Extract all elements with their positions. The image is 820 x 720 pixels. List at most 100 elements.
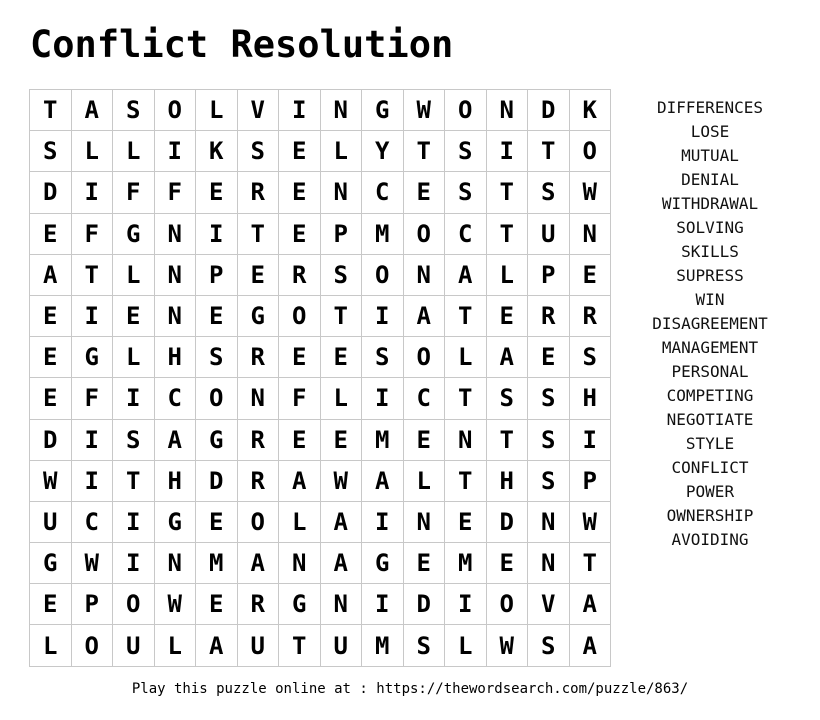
grid-cell[interactable]: A [486, 337, 528, 379]
grid-cell[interactable]: E [113, 295, 155, 338]
grid-cell[interactable]: A [196, 625, 238, 667]
grid-cell[interactable]: E [279, 172, 321, 214]
grid-cell[interactable]: O [362, 254, 404, 296]
grid-cell[interactable]: T [445, 378, 487, 420]
grid-cell[interactable]: G [362, 90, 404, 132]
grid-cell[interactable]: U [320, 625, 362, 667]
grid-cell[interactable]: E [196, 501, 238, 544]
grid-cell[interactable]: S [445, 172, 487, 214]
grid-cell[interactable]: V [528, 584, 570, 626]
grid-cell[interactable]: A [362, 460, 404, 502]
grid-cell[interactable]: A [71, 90, 113, 132]
grid-cell[interactable]: C [154, 378, 196, 420]
grid-cell[interactable]: E [30, 295, 72, 338]
grid-cell[interactable]: T [486, 172, 528, 214]
grid-cell[interactable]: S [528, 419, 570, 461]
grid-cell[interactable]: E [196, 172, 238, 214]
grid-cell[interactable]: A [237, 543, 279, 585]
grid-cell[interactable]: T [113, 460, 155, 502]
grid-cell[interactable]: I [279, 90, 321, 132]
grid-cell[interactable]: U [30, 501, 72, 544]
grid-cell[interactable]: S [528, 172, 570, 214]
grid-cell[interactable]: A [320, 501, 362, 544]
grid-cell[interactable]: N [279, 543, 321, 585]
grid-cell[interactable]: W [30, 460, 72, 502]
grid-cell[interactable]: N [528, 543, 570, 585]
grid-cell[interactable]: G [196, 419, 238, 461]
grid-cell[interactable]: D [403, 584, 445, 626]
grid-cell[interactable]: E [279, 337, 321, 379]
grid-cell[interactable]: S [569, 337, 611, 379]
grid-cell[interactable]: E [279, 419, 321, 461]
grid-cell[interactable]: W [569, 501, 611, 544]
grid-cell[interactable]: L [71, 131, 113, 173]
grid-cell[interactable]: L [154, 625, 196, 667]
grid-cell[interactable]: O [237, 501, 279, 544]
grid-cell[interactable]: O [113, 584, 155, 626]
grid-cell[interactable]: W [569, 172, 611, 214]
grid-cell[interactable]: D [486, 501, 528, 544]
grid-cell[interactable]: C [445, 213, 487, 255]
grid-cell[interactable]: O [403, 213, 445, 255]
grid-cell[interactable]: R [237, 460, 279, 502]
grid-cell[interactable]: Y [362, 131, 404, 173]
grid-cell[interactable]: H [154, 460, 196, 502]
grid-cell[interactable]: I [113, 501, 155, 544]
grid-cell[interactable]: A [320, 543, 362, 585]
grid-cell[interactable]: S [362, 337, 404, 379]
grid-cell[interactable]: A [279, 460, 321, 502]
grid-cell[interactable]: E [486, 543, 528, 585]
grid-cell[interactable]: D [196, 460, 238, 502]
grid-cell[interactable]: G [113, 213, 155, 255]
grid-cell[interactable]: I [362, 584, 404, 626]
grid-cell[interactable]: E [196, 584, 238, 626]
grid-cell[interactable]: V [237, 90, 279, 132]
grid-cell[interactable]: O [569, 131, 611, 173]
grid-cell[interactable]: T [237, 213, 279, 255]
grid-cell[interactable]: H [569, 378, 611, 420]
grid-cell[interactable]: F [71, 378, 113, 420]
grid-cell[interactable]: D [528, 90, 570, 132]
grid-cell[interactable]: L [113, 254, 155, 296]
grid-cell[interactable]: D [30, 172, 72, 214]
grid-cell[interactable]: L [445, 337, 487, 379]
grid-cell[interactable]: W [71, 543, 113, 585]
grid-cell[interactable]: L [196, 90, 238, 132]
grid-cell[interactable]: T [445, 460, 487, 502]
grid-cell[interactable]: M [362, 625, 404, 667]
grid-cell[interactable]: I [362, 378, 404, 420]
grid-cell[interactable]: G [30, 543, 72, 585]
grid-cell[interactable]: I [113, 378, 155, 420]
grid-cell[interactable]: N [320, 90, 362, 132]
grid-cell[interactable]: U [528, 213, 570, 255]
grid-cell[interactable]: E [403, 419, 445, 461]
grid-cell[interactable]: D [30, 419, 72, 461]
grid-cell[interactable]: K [569, 90, 611, 132]
grid-cell[interactable]: I [71, 172, 113, 214]
grid-cell[interactable]: R [279, 254, 321, 296]
grid-cell[interactable]: L [320, 378, 362, 420]
grid-cell[interactable]: N [403, 501, 445, 544]
grid-cell[interactable]: N [320, 584, 362, 626]
grid-cell[interactable]: N [569, 213, 611, 255]
grid-cell[interactable]: I [71, 460, 113, 502]
grid-cell[interactable]: C [362, 172, 404, 214]
grid-cell[interactable]: N [154, 254, 196, 296]
grid-cell[interactable]: F [113, 172, 155, 214]
grid-cell[interactable]: T [569, 543, 611, 585]
grid-cell[interactable]: S [237, 131, 279, 173]
grid-cell[interactable]: S [320, 254, 362, 296]
grid-cell[interactable]: S [486, 378, 528, 420]
grid-cell[interactable]: E [30, 213, 72, 255]
grid-cell[interactable]: I [113, 543, 155, 585]
grid-cell[interactable]: T [403, 131, 445, 173]
grid-cell[interactable]: R [237, 584, 279, 626]
grid-cell[interactable]: P [528, 254, 570, 296]
grid-cell[interactable]: R [528, 295, 570, 338]
grid-cell[interactable]: W [403, 90, 445, 132]
grid-cell[interactable]: S [528, 460, 570, 502]
grid-cell[interactable]: F [71, 213, 113, 255]
grid-cell[interactable]: E [403, 543, 445, 585]
grid-cell[interactable]: I [569, 419, 611, 461]
grid-cell[interactable]: S [30, 131, 72, 173]
